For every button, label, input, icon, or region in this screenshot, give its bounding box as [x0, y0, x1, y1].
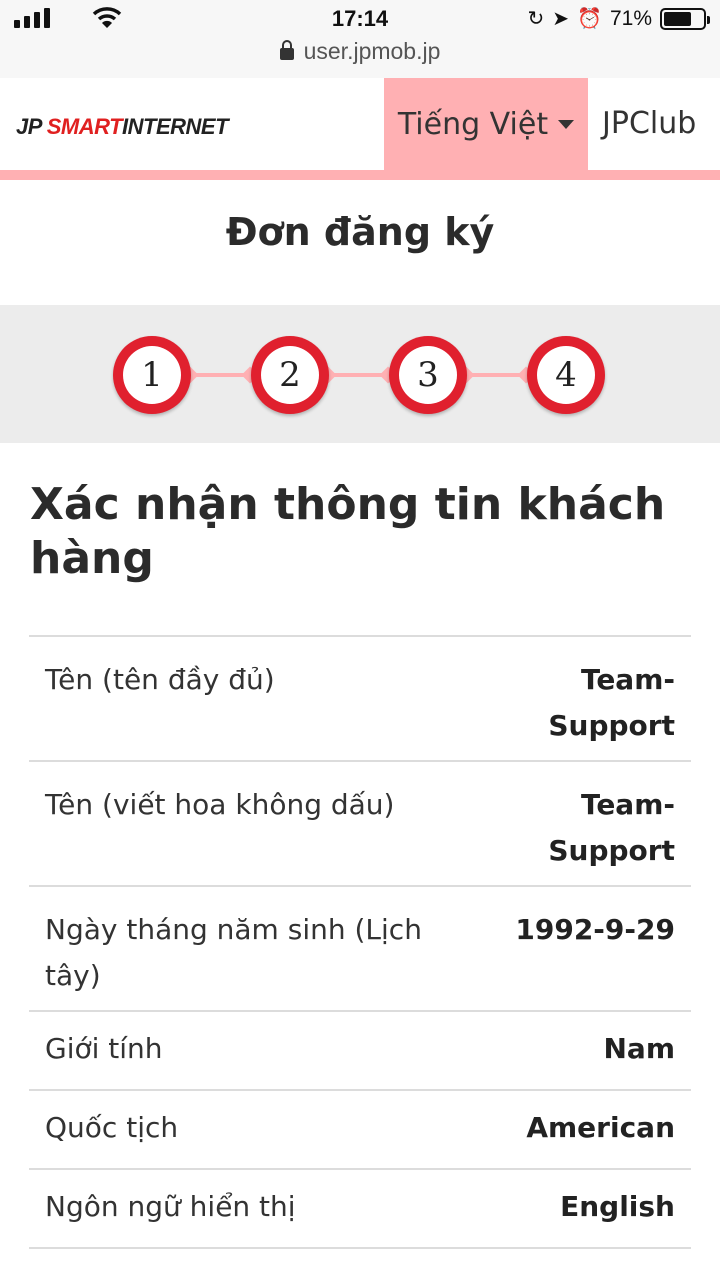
row-label: Tên (tên đầy đủ) — [45, 663, 275, 696]
step-number: 3 — [399, 346, 457, 404]
row-value: American — [526, 1111, 675, 1144]
step-1: 1 — [113, 336, 191, 414]
language-dropdown[interactable]: Tiếng Việt — [384, 78, 588, 170]
status-bar: 17:14 ↻ ➤ ⏰ 71% user.jpmob.jp — [0, 0, 720, 78]
table-row: Quốc tịch American — [29, 1091, 691, 1170]
row-value: English — [560, 1190, 675, 1223]
table-row: Giới tính Nam — [29, 1012, 691, 1091]
step-number: 2 — [261, 346, 319, 404]
header-divider — [0, 170, 720, 180]
location-icon: ➤ — [552, 8, 570, 30]
logo-part-smart: SMART — [46, 114, 123, 139]
row-label: Giới tính — [45, 1032, 163, 1065]
alarm-icon: ⏰ — [577, 8, 602, 30]
table-row: Tên (viết hoa không dấu) Team-Support — [29, 762, 691, 887]
row-value: Team-Support — [548, 788, 675, 867]
row-label: Quốc tịch — [45, 1111, 179, 1144]
step-2: 2 — [251, 336, 329, 414]
row-value: Team-Support — [548, 663, 675, 742]
table-row: Tên (tên đầy đủ) Team-Support — [29, 637, 691, 762]
row-label: Ngôn ngữ hiển thị — [45, 1190, 296, 1223]
step-number: 4 — [537, 346, 595, 404]
section-title: Xác nhận thông tin khách hàng — [30, 479, 666, 584]
row-value: Nam — [603, 1032, 675, 1065]
address-bar[interactable]: user.jpmob.jp — [0, 38, 720, 65]
battery-icon — [660, 7, 710, 30]
logo[interactable]: JP SMARTINTERNET — [16, 114, 229, 140]
table-row: Ngôn ngữ hiển thị English — [29, 1170, 691, 1249]
row-label: Ngày tháng năm sinh (Lịch tây) — [45, 913, 422, 992]
lock-icon — [279, 40, 294, 60]
language-label: Tiếng Việt — [397, 106, 549, 142]
row-value: 1992-9-29 — [515, 913, 675, 946]
battery-percent: 71% — [609, 6, 652, 30]
customer-info-table: Tên (tên đầy đủ) Team-Support Tên (viết … — [29, 635, 691, 1249]
jpclub-link[interactable]: JPClub — [602, 106, 696, 141]
caret-down-icon — [558, 119, 575, 129]
row-label: Tên (viết hoa không dấu) — [45, 788, 395, 821]
battery-fill — [664, 11, 691, 26]
step-number: 1 — [123, 346, 181, 404]
logo-part-jp: JP — [16, 114, 47, 139]
page-title: Đơn đăng ký — [225, 210, 495, 254]
table-row: Ngày tháng năm sinh (Lịch tây) 1992-9-29 — [29, 887, 691, 1012]
step-indicator: 1 2 3 4 — [0, 305, 720, 443]
step-4: 4 — [527, 336, 605, 414]
step-3: 3 — [389, 336, 467, 414]
site-header: JP SMARTINTERNET Tiếng Việt JPClub — [0, 78, 720, 170]
logo-part-internet: INTERNET — [122, 114, 229, 139]
url-text: user.jpmob.jp — [303, 38, 441, 64]
rotation-lock-icon: ↻ — [527, 8, 545, 30]
